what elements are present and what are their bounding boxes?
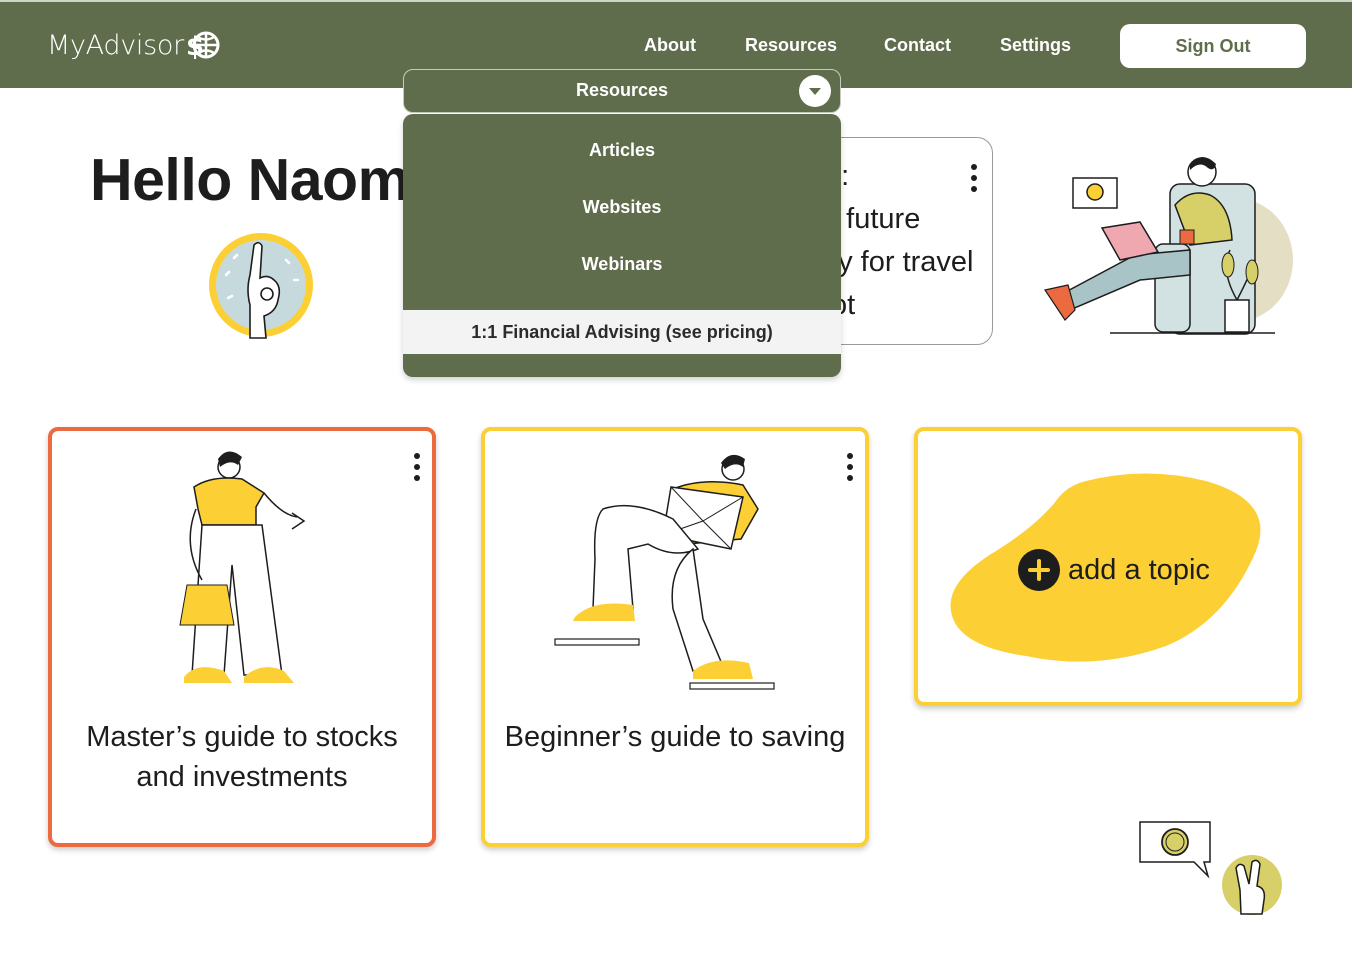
nav-about[interactable]: About [644,35,696,56]
card-title: and investments [136,761,348,793]
plus-icon [1018,549,1060,591]
app-logo[interactable]: MyAdvisor $ [47,28,220,62]
dropdown-item-financial-advising[interactable]: 1:1 Financial Advising (see pricing) [403,310,841,354]
card-title: Master’s guide to stocks [86,721,398,753]
nav-contact[interactable]: Contact [884,35,951,56]
add-topic-label: add a topic [1068,553,1210,586]
sign-out-button[interactable]: Sign Out [1120,24,1306,68]
woman-on-armchair-illustration [1044,157,1293,335]
add-topic-button[interactable]: add a topic [1018,549,1210,591]
peace-hand-chat-illustration [1139,821,1282,915]
ok-hand-icon [209,233,313,339]
saving-guide-card[interactable]: Beginner’s guide to saving [481,427,869,847]
add-topic-card[interactable]: add a topic [914,427,1302,706]
goals-card-menu-icon[interactable] [970,164,978,192]
shopper-illustration [179,451,306,683]
goals-line: ey for travel [822,246,974,278]
resources-dropdown-toggle[interactable]: Resources [403,69,841,113]
saving-card-menu-icon[interactable] [846,453,854,481]
stocks-card-menu-icon[interactable] [413,453,421,481]
resources-dropdown-label: Resources [575,80,669,100]
card-title: Beginner’s guide to saving [504,721,846,753]
nav-settings[interactable]: Settings [1000,35,1071,56]
resources-dropdown-menu: Articles Websites Webinars 1:1 Financial… [403,114,841,377]
globe-dollar-icon: $ [186,31,220,62]
chevron-down-icon[interactable] [799,75,831,107]
nav-resources[interactable]: Resources [745,35,837,56]
dropdown-item-webinars[interactable]: Webinars [403,254,841,275]
greeting-heading: Hello Naomi [90,147,426,213]
app-name: MyAdvisor [47,29,184,61]
stocks-guide-card[interactable]: Master’s guide to stocks and investments [48,427,436,847]
person-carrying-envelope-illustration [554,454,775,690]
dropdown-item-articles[interactable]: Articles [403,140,841,161]
dropdown-item-websites[interactable]: Websites [403,197,841,218]
svg-text:$: $ [186,32,204,62]
